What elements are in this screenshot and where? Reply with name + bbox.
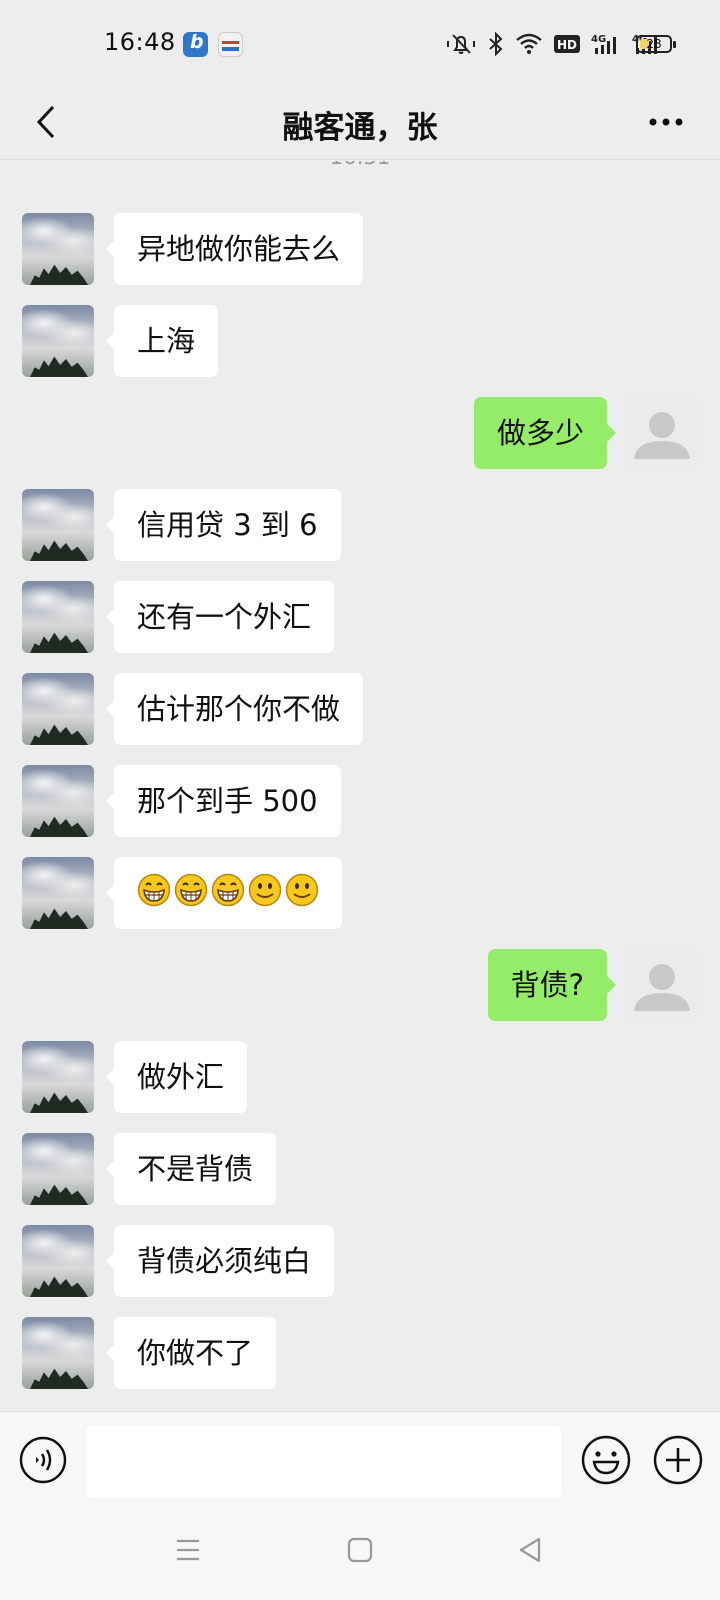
battery-icon: 28 xyxy=(636,35,676,53)
more-button[interactable] xyxy=(644,102,688,142)
message-incoming: 估计那个你不做 xyxy=(0,673,720,745)
message-incoming: 你做不了 xyxy=(0,1317,720,1389)
voice-icon xyxy=(19,1436,67,1484)
hd-label: HD xyxy=(557,38,577,52)
message-incoming: 做外汇 xyxy=(0,1041,720,1113)
more-dots-icon xyxy=(649,118,683,126)
mute-vibrate-icon xyxy=(447,34,475,54)
home-button[interactable] xyxy=(340,1530,380,1570)
self-avatar[interactable] xyxy=(626,949,698,1021)
contact-avatar[interactable] xyxy=(22,489,94,561)
contact-avatar[interactable] xyxy=(22,1225,94,1297)
bluetooth-icon xyxy=(489,32,503,56)
hd-icon: HD xyxy=(554,35,580,53)
contact-avatar[interactable] xyxy=(22,857,94,929)
message-incoming: 还有一个外汇 xyxy=(0,581,720,653)
message-incoming: 上海 xyxy=(0,305,720,377)
more-functions-button[interactable] xyxy=(653,1435,703,1485)
message-bubble[interactable]: 还有一个外汇 xyxy=(105,581,335,653)
emoji-row xyxy=(137,873,319,907)
message-bubble[interactable]: 背债必须纯白 xyxy=(105,1225,335,1297)
chat-header: 融客通，张 xyxy=(0,88,720,160)
message-incoming: 那个到手 500 xyxy=(0,765,720,837)
plus-icon xyxy=(653,1435,703,1485)
wifi-icon xyxy=(516,33,542,54)
contact-avatar[interactable] xyxy=(22,1317,94,1389)
message-bubble[interactable]: 那个到手 500 xyxy=(106,765,341,837)
message-incoming: 信用贷 3 到 6 xyxy=(0,489,720,561)
default-user-icon xyxy=(634,412,690,459)
grin-emoji xyxy=(174,873,208,907)
message-outgoing: 做多少 xyxy=(0,397,720,469)
message-bubble[interactable]: 估计那个你不做 xyxy=(105,673,364,745)
message-bubble[interactable]: 背债? xyxy=(487,949,617,1021)
system-back-button[interactable] xyxy=(511,1530,551,1570)
message-input[interactable] xyxy=(86,1426,561,1498)
status-bar: 16:48 HD 4G xyxy=(0,0,720,88)
message-incoming: 异地做你能去么 xyxy=(0,213,720,285)
emoji-icon xyxy=(581,1435,631,1485)
smile-emoji xyxy=(248,873,282,907)
message-bubble[interactable]: 不是背债 xyxy=(105,1133,277,1205)
menu-button[interactable] xyxy=(168,1530,208,1570)
emoji-button[interactable] xyxy=(581,1435,631,1485)
message-outgoing: 背债? xyxy=(0,949,720,1021)
message-bubble[interactable]: 做外汇 xyxy=(105,1041,248,1113)
system-navigation-bar xyxy=(0,1508,720,1600)
message-timestamp: 16:31 xyxy=(0,161,720,169)
network-label: 4G xyxy=(591,34,606,45)
grin-emoji xyxy=(211,873,245,907)
message-input-bar xyxy=(0,1411,720,1508)
signal-4g-icon: 4G xyxy=(591,34,616,54)
home-icon xyxy=(347,1537,373,1563)
grin-emoji xyxy=(137,873,171,907)
message-bubble[interactable]: 信用贷 3 到 6 xyxy=(106,489,341,561)
message-bubble[interactable]: 异地做你能去么 xyxy=(105,213,364,285)
news-app-icon xyxy=(218,32,243,57)
back-triangle-icon xyxy=(519,1537,541,1563)
message-bubble[interactable] xyxy=(106,857,342,929)
system-icons: HD 4G 4G xyxy=(445,29,662,59)
contact-avatar[interactable] xyxy=(22,581,94,653)
baidu-app-icon xyxy=(183,31,208,57)
default-user-icon xyxy=(634,964,690,1011)
chat-title: 融客通，张 xyxy=(282,110,438,146)
menu-icon xyxy=(177,1539,199,1561)
message-incoming xyxy=(0,857,720,929)
message-bubble[interactable]: 上海 xyxy=(105,305,219,377)
contact-avatar[interactable] xyxy=(22,213,94,285)
message-bubble[interactable]: 做多少 xyxy=(473,397,617,469)
battery-level: 28 xyxy=(646,37,662,51)
voice-button[interactable] xyxy=(19,1436,67,1484)
contact-avatar[interactable] xyxy=(22,765,94,837)
contact-avatar[interactable] xyxy=(22,1133,94,1205)
contact-avatar[interactable] xyxy=(22,305,94,377)
contact-avatar[interactable] xyxy=(22,1041,94,1113)
message-incoming: 背债必须纯白 xyxy=(0,1225,720,1297)
message-bubble[interactable]: 你做不了 xyxy=(105,1317,277,1389)
chat-message-list[interactable]: 16:31 异地做你能去么 上海 做多少 信用贷 3 到 6 还有一个外汇 估计… xyxy=(0,161,720,1411)
self-avatar[interactable] xyxy=(626,397,698,469)
contact-avatar[interactable] xyxy=(22,673,94,745)
status-time: 16:48 xyxy=(104,28,176,56)
message-incoming: 不是背债 xyxy=(0,1133,720,1205)
smile-emoji xyxy=(285,873,319,907)
